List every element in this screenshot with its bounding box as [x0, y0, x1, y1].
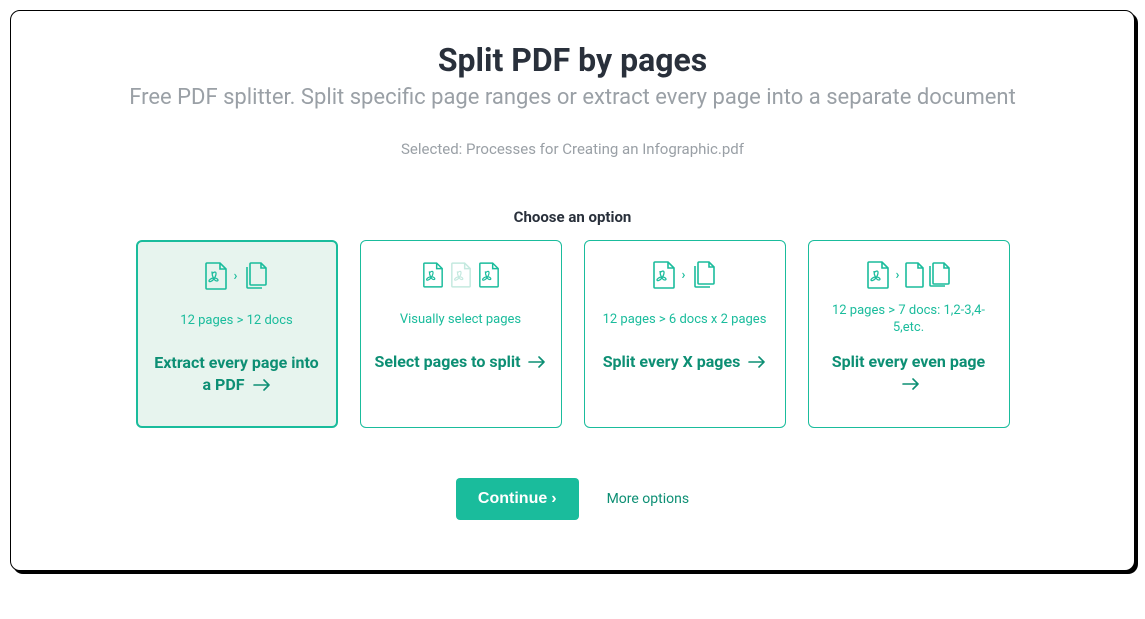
more-options-link[interactable]: More options	[607, 491, 690, 507]
continue-button[interactable]: Continue ›	[456, 478, 579, 520]
option-split-even-pages[interactable]: › 12 pages > 7 docs: 1,2-3,4-5,etc. Spli…	[808, 240, 1010, 428]
pdf-file-icon	[422, 262, 444, 288]
option-description: 12 pages > 6 docs x 2 pages	[603, 303, 767, 337]
option-icons: ›	[204, 260, 270, 292]
options-row: › 12 pages > 12 docs Extract every page …	[41, 240, 1104, 428]
option-description: 12 pages > 7 docs: 1,2-3,4-5,etc.	[821, 303, 997, 337]
multi-doc-icon	[927, 262, 951, 288]
arrow-right-icon	[748, 356, 766, 368]
option-title: Split every even page	[821, 351, 997, 394]
option-split-every-x[interactable]: › 12 pages > 6 docs x 2 pages Split ever…	[584, 240, 786, 428]
choose-option-heading: Choose an option	[41, 208, 1104, 226]
caret-icon: ›	[682, 268, 686, 283]
option-title: Extract every page into a PDF	[150, 352, 324, 395]
option-icons	[422, 259, 500, 291]
page-subtitle: Free PDF splitter. Split specific page r…	[41, 85, 1104, 110]
option-icons: ›	[866, 259, 952, 291]
option-description: Visually select pages	[400, 303, 521, 337]
pdf-file-icon	[478, 262, 500, 288]
pdf-file-icon	[652, 261, 676, 289]
option-description: 12 pages > 12 docs	[180, 304, 292, 338]
multi-doc-icon	[243, 262, 269, 290]
arrow-right-icon	[528, 356, 546, 368]
split-pdf-panel: Split PDF by pages Free PDF splitter. Sp…	[10, 10, 1135, 571]
option-extract-every-page[interactable]: › 12 pages > 12 docs Extract every page …	[136, 240, 338, 428]
selected-file-label: Selected: Processes for Creating an Info…	[41, 140, 1104, 158]
option-icons: ›	[652, 259, 718, 291]
pdf-file-faded-icon	[450, 262, 472, 288]
option-title: Split every X pages	[603, 351, 767, 373]
pdf-file-icon	[866, 261, 890, 289]
option-title: Select pages to split	[375, 351, 547, 373]
caret-icon: ›	[896, 268, 900, 283]
doc-icon	[905, 262, 925, 288]
option-select-pages[interactable]: Visually select pages Select pages to sp…	[360, 240, 562, 428]
chevron-right-icon: ›	[551, 490, 556, 508]
arrow-right-icon	[253, 379, 271, 391]
page-title: Split PDF by pages	[41, 41, 1104, 79]
caret-icon: ›	[234, 269, 238, 284]
arrow-right-icon	[902, 378, 920, 390]
actions-row: Continue › More options	[41, 478, 1104, 520]
pdf-file-icon	[204, 262, 228, 290]
multi-doc-icon	[691, 261, 717, 289]
